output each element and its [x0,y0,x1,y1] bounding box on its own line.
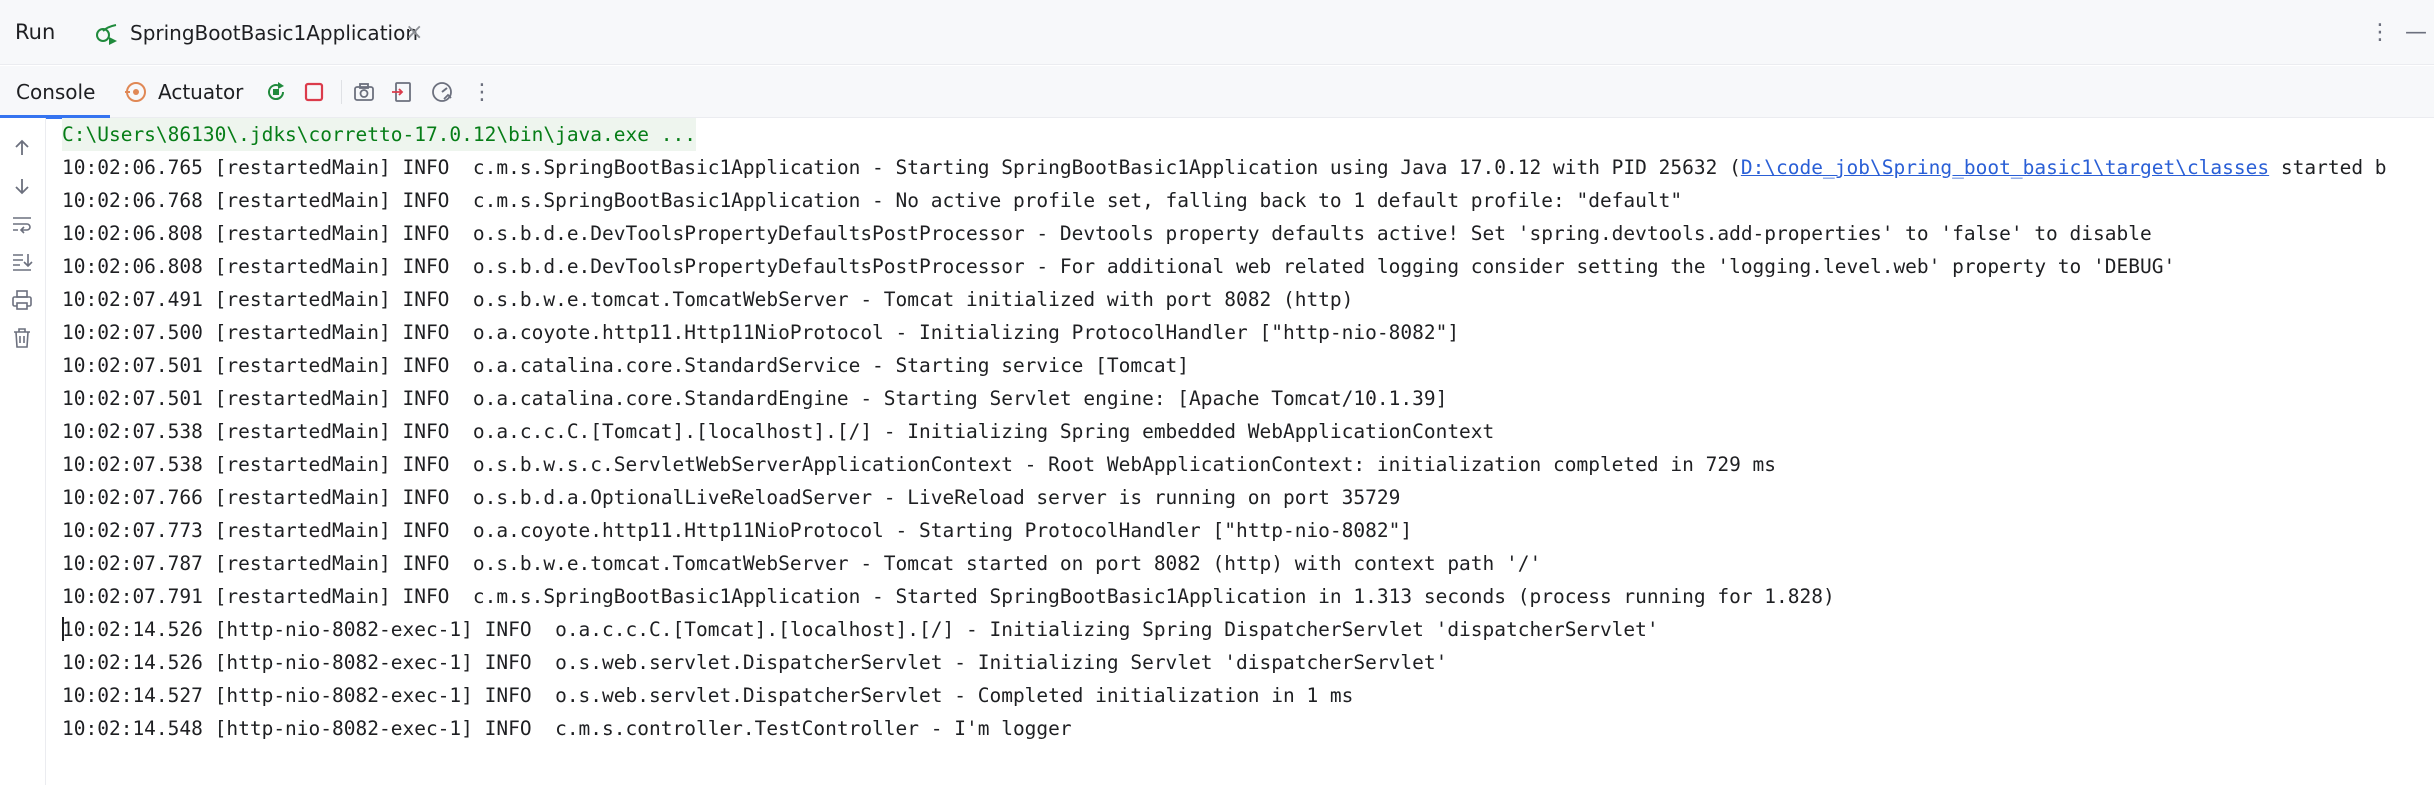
actuator-icon [125,82,146,102]
text-cursor [62,617,64,641]
console-toolbar: Console Actuator ⋮ [0,66,2434,119]
run-header: Run SpringBootBasic1Application × ⋮ — [0,0,2434,65]
log-line: 10:02:06.768 [restartedMain] INFO c.m.s.… [62,189,1683,212]
tab-springbootbasic1application[interactable]: SpringBootBasic1Application × [90,8,435,58]
log-line: 10:02:07.773 [restartedMain] INFO o.a.co… [62,519,1413,542]
more-options-icon[interactable]: ⋮ [2362,16,2398,48]
arrow-up-icon[interactable] [8,134,36,162]
log-line: 10:02:07.538 [restartedMain] INFO o.s.b.… [62,453,1777,476]
scroll-to-end-icon[interactable] [8,248,36,276]
log-line: 10:02:07.500 [restartedMain] INFO o.a.co… [62,321,1460,344]
log-line: 10:02:07.501 [restartedMain] INFO o.a.ca… [62,354,1190,377]
log-line: 10:02:06.808 [restartedMain] INFO o.s.b.… [62,222,2152,245]
log-line: 10:02:14.527 [http-nio-8082-exec-1] INFO… [62,684,1354,707]
log-line: 10:02:14.548 [http-nio-8082-exec-1] INFO… [62,717,1072,740]
toolbar-divider [341,80,342,104]
profiler-icon[interactable] [428,78,456,106]
log-line: 10:02:07.787 [restartedMain] INFO o.s.b.… [62,552,1542,575]
more-actions-icon[interactable]: ⋮ [468,78,496,106]
log-line: 10:02:07.501 [restartedMain] INFO o.a.ca… [62,387,1448,410]
log-line: 10:02:06.808 [restartedMain] INFO o.s.b.… [62,255,2176,278]
rerun-icon[interactable] [262,78,290,106]
command-line[interactable]: C:\Users\86130\.jdks\corretto-17.0.12\bi… [62,118,696,151]
spring-boot-run-icon [94,20,120,46]
tab-actuator[interactable]: Actuator [124,66,243,118]
minimize-icon[interactable]: — [2398,16,2434,48]
log-text: 10:02:06.765 [restartedMain] INFO c.m.s.… [62,156,1741,179]
print-icon[interactable] [8,286,36,314]
restore-layout-icon[interactable] [388,78,416,106]
stop-icon[interactable] [300,78,328,106]
actuator-tab-label: Actuator [158,80,244,104]
run-title: Run [15,20,56,44]
console-output[interactable]: C:\Users\86130\.jdks\corretto-17.0.12\bi… [62,118,2434,785]
log-line: 10:02:07.766 [restartedMain] INFO o.s.b.… [62,486,1401,509]
camera-icon[interactable] [350,78,378,106]
tab-console[interactable]: Console [0,66,110,119]
classes-path-link[interactable]: D:\code_job\Spring_boot_basic1\target\cl… [1741,156,2269,179]
log-line: 10:02:14.526 [http-nio-8082-exec-1] INFO… [62,618,1659,641]
close-icon[interactable]: × [405,20,423,45]
log-line: 10:02:14.526 [http-nio-8082-exec-1] INFO… [62,651,1448,674]
log-line: 10:02:06.765 [restartedMain] INFO c.m.s.… [62,151,2387,184]
log-line: 10:02:07.791 [restartedMain] INFO c.m.s.… [62,585,1835,608]
trash-icon[interactable] [8,324,36,352]
log-line: 10:02:07.538 [restartedMain] INFO o.a.c.… [62,420,1495,443]
run-tool-window: Run SpringBootBasic1Application × ⋮ — Co… [0,0,2434,785]
header-actions: ⋮ — [2362,16,2434,48]
arrow-down-icon[interactable] [8,172,36,200]
log-line: 10:02:07.491 [restartedMain] INFO o.s.b.… [62,288,1354,311]
console-gutter [0,118,46,785]
log-text: started b [2269,156,2387,179]
soft-wrap-icon[interactable] [8,210,36,238]
tab-label: SpringBootBasic1Application [130,21,418,45]
console-tab-label: Console [16,80,96,104]
